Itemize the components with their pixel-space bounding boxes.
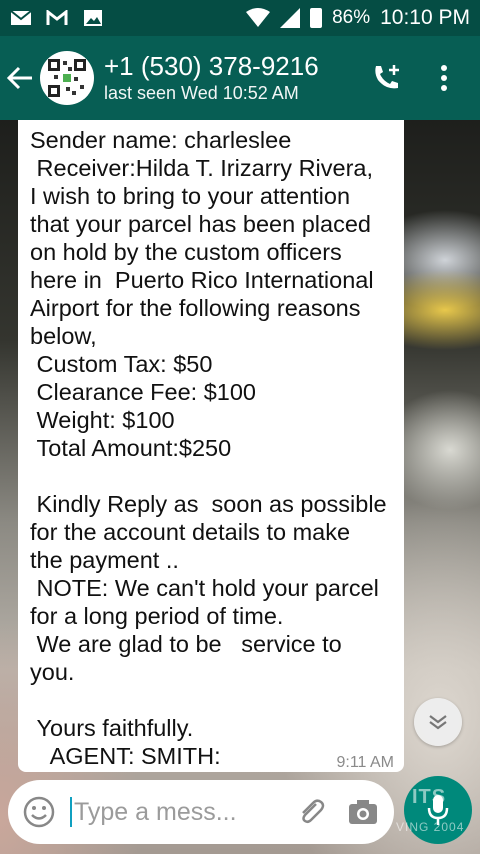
last-seen-status: last seen Wed 10:52 AM [104, 83, 299, 103]
message-input-bar: Type a mess... [8, 780, 394, 844]
qr-code-image [46, 57, 88, 99]
email-icon [10, 10, 32, 25]
message-line: Receiver:Hilda T. Irizarry Rivera, [30, 155, 374, 181]
add-call-icon [375, 65, 399, 89]
message-line: Yours faithfully. [30, 715, 194, 741]
message-line: here in Puerto Rico International [30, 267, 374, 293]
message-line: Weight: $100 [30, 407, 175, 433]
status-time: 10:10 PM [380, 6, 470, 29]
message-line: NOTE: We can't hold your parcel [30, 575, 379, 601]
incoming-message-bubble[interactable]: Sender name: charleslee Receiver:Hilda T… [18, 120, 404, 772]
more-options-button[interactable] [426, 60, 462, 96]
add-call-button[interactable] [368, 60, 404, 96]
message-line: you. [30, 659, 75, 685]
message-line [30, 462, 392, 490]
message-line: Sender name: charleslee [30, 127, 292, 153]
message-line: Clearance Fee: $100 [30, 379, 257, 405]
message-line: below, [30, 323, 97, 349]
message-line: Custom Tax: $50 [30, 351, 213, 377]
message-line: for a long period of time. [30, 603, 284, 629]
status-bar: 86% 10:10 PM [0, 0, 480, 36]
contact-number: +1 (530) 378-9216 [104, 51, 319, 81]
watermark-logo: ITS [412, 786, 447, 808]
avatar[interactable] [40, 51, 94, 105]
message-line: on hold by the custom officers [30, 239, 342, 265]
battery-percent: 86% [332, 7, 371, 28]
emoji-icon[interactable] [22, 795, 56, 829]
message-line: Total Amount:$250 [30, 435, 232, 461]
double-chevron-down-icon [429, 715, 447, 730]
scroll-to-bottom-button[interactable] [414, 698, 462, 746]
text-cursor [70, 797, 72, 827]
message-line: that your parcel has been placed [30, 211, 371, 237]
message-text: Sender name: charleslee Receiver:Hilda T… [30, 126, 392, 770]
message-line: the payment .. [30, 547, 179, 573]
gmail-icon [46, 10, 68, 25]
message-line: I wish to bring to your attention [30, 183, 351, 209]
message-timestamp: 9:11 AM [336, 754, 394, 771]
message-line: Kindly Reply as soon as possible [30, 491, 387, 517]
message-input[interactable]: Type a mess... [74, 798, 276, 827]
gallery-icon [84, 10, 102, 26]
message-line: for the account details to make [30, 519, 351, 545]
back-button[interactable] [0, 36, 40, 120]
signal-icon [280, 8, 301, 28]
back-arrow-icon [6, 66, 32, 90]
camera-icon[interactable] [346, 795, 380, 829]
attach-icon[interactable] [294, 795, 328, 829]
message-line: Airport for the following reasons [30, 295, 361, 321]
message-line [30, 686, 392, 714]
battery-icon [310, 8, 323, 28]
watermark-subtext: VING 2004 [396, 820, 465, 834]
chat-header: +1 (530) 378-9216 last seen Wed 10:52 AM [0, 36, 480, 120]
more-vert-icon [441, 65, 447, 91]
wifi-icon [246, 8, 271, 27]
contact-info[interactable]: +1 (530) 378-9216 last seen Wed 10:52 AM [104, 51, 319, 105]
message-line: We are glad to be service to [30, 631, 342, 657]
